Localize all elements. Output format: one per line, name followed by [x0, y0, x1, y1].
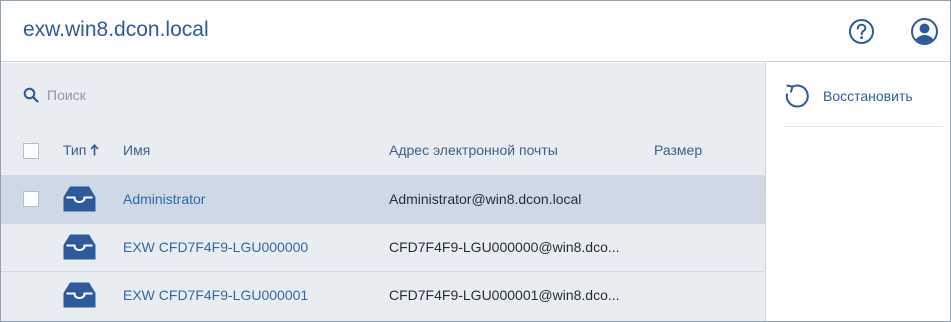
page-title: exw.win8.dcon.local	[23, 18, 209, 41]
table-row[interactable]: EXW CFD7F4F9-LGU000000 CFD7F4F9-LGU00000…	[1, 223, 765, 271]
column-header-size[interactable]: Размер	[654, 142, 702, 158]
header: exw.win8.dcon.local	[1, 1, 950, 62]
select-all-checkbox[interactable]	[23, 143, 39, 159]
app-window: exw.win8.dcon.local Поиск Тип Имя Адрес …	[0, 0, 951, 322]
actions-panel: Восстановить	[767, 63, 950, 321]
help-button[interactable]	[848, 18, 875, 45]
table-header: Тип Имя Адрес электронной почты Размер	[1, 129, 765, 173]
question-circle-icon	[849, 19, 874, 44]
restore-icon	[785, 84, 809, 108]
search-input[interactable]	[47, 85, 307, 105]
column-header-name[interactable]: Имя	[123, 142, 150, 158]
mailbox-icon	[63, 282, 96, 308]
divider	[783, 126, 943, 127]
table-row[interactable]: Administrator Administrator@win8.dcon.lo…	[1, 175, 765, 223]
column-header-type[interactable]: Тип	[63, 142, 99, 158]
row-name[interactable]: Administrator	[123, 191, 205, 207]
mailbox-list-panel: Тип Имя Адрес электронной почты Размер A…	[1, 63, 766, 321]
mailbox-icon	[63, 186, 96, 212]
row-checkbox[interactable]	[23, 191, 39, 207]
row-name[interactable]: EXW CFD7F4F9-LGU000001	[123, 287, 308, 303]
restore-button-label: Восстановить	[823, 88, 913, 104]
column-header-type-label: Тип	[63, 142, 87, 158]
search-icon	[23, 87, 39, 103]
row-name[interactable]: EXW CFD7F4F9-LGU000000	[123, 239, 308, 255]
sort-ascending-icon	[90, 144, 99, 156]
table-row[interactable]: EXW CFD7F4F9-LGU000001 CFD7F4F9-LGU00000…	[1, 271, 765, 319]
restore-button[interactable]: Восстановить	[783, 79, 943, 111]
account-button[interactable]	[910, 17, 939, 46]
mailbox-icon	[63, 234, 96, 260]
row-email: CFD7F4F9-LGU000000@win8.dco...	[389, 239, 620, 255]
search-box[interactable]	[23, 85, 323, 105]
row-email: Administrator@win8.dcon.local	[389, 191, 582, 207]
column-header-email[interactable]: Адрес электронной почты	[389, 142, 558, 158]
row-email: CFD7F4F9-LGU000001@win8.dco...	[389, 287, 620, 303]
user-avatar-icon	[911, 18, 938, 45]
